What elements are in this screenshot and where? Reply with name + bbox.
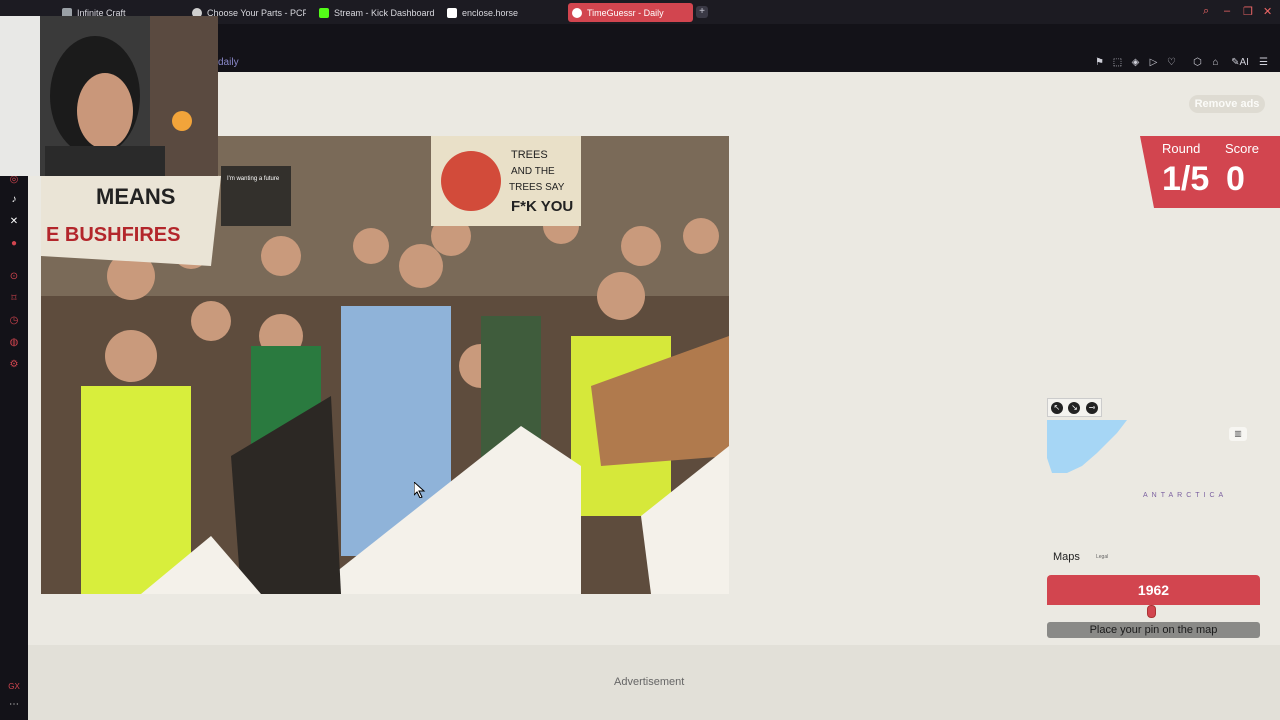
search-icon[interactable]: ⌕	[1203, 5, 1209, 18]
apple-maps-logo: Maps	[1053, 551, 1080, 563]
sign-text: F*K YOU	[511, 198, 573, 215]
round-score-panel: Round Score 1/5 0	[1140, 136, 1280, 208]
minimize-icon[interactable]: –	[1224, 5, 1230, 17]
webcam-feed	[0, 16, 218, 176]
map-region-label: ANTARCTICA	[1143, 492, 1228, 499]
place-pin-button[interactable]: Place your pin on the map	[1047, 622, 1260, 638]
horse-icon	[447, 7, 457, 18]
chat-icon[interactable]: ◍	[8, 337, 20, 349]
x-icon[interactable]: ✕	[8, 216, 20, 228]
year-display: 1962	[1047, 575, 1260, 605]
menu-icon[interactable]: ☰	[1258, 57, 1269, 68]
url-text[interactable]: daily	[218, 57, 239, 68]
tab-kick-dashboard[interactable]: Stream - Kick Dashboard	[315, 3, 437, 22]
year-slider[interactable]	[1047, 605, 1260, 618]
remove-ads-button[interactable]: Remove ads	[1189, 95, 1265, 113]
guess-map[interactable]: ↖ ↘ ⊸ ▥ ANTARCTICA	[1047, 398, 1260, 568]
tab-label: Stream - Kick Dashboard	[334, 7, 435, 18]
maps-brand: Maps	[1053, 551, 1080, 563]
lock-icon[interactable]: ⌂	[1210, 57, 1221, 68]
close-icon[interactable]: ✕	[1263, 5, 1272, 18]
round-value: 1/5	[1162, 160, 1210, 198]
extensions-icon[interactable]: ⬡	[1192, 57, 1203, 68]
year-slider-handle[interactable]	[1146, 605, 1156, 618]
advertisement-label: Advertisement	[614, 676, 685, 688]
sign-text: TREES SAY	[509, 182, 565, 193]
sign-text: MEANS	[96, 184, 175, 209]
score-value: 0	[1226, 160, 1245, 198]
tab-timeguessr[interactable]: TimeGuessr - Daily	[568, 3, 693, 22]
kick-icon	[319, 7, 329, 18]
pin-icon[interactable]: ⌑	[8, 293, 20, 305]
ai-icon[interactable]: ✎AI	[1230, 57, 1250, 68]
tab-label: TimeGuessr - Daily	[587, 7, 664, 18]
snapshot-icon[interactable]: ⬚	[1112, 57, 1123, 68]
sign-text: I'm wanting a future	[227, 176, 280, 182]
sign-text: TREES	[511, 149, 548, 161]
new-tab-button[interactable]: +	[696, 6, 708, 18]
heart-icon[interactable]: ♡	[1166, 57, 1177, 68]
map-landmass	[1047, 420, 1127, 473]
sign-text: AND THE	[511, 166, 555, 177]
sign-text: E BUSHFIRES	[46, 224, 180, 246]
mouse-cursor-icon	[414, 482, 426, 498]
shield-icon[interactable]: ◈	[1130, 57, 1141, 68]
webcam-overlay	[0, 16, 218, 176]
tab-label: enclose.horse	[462, 7, 519, 18]
round-label: Round	[1162, 141, 1201, 156]
maximize-icon[interactable]: ❐	[1243, 5, 1253, 18]
maps-legal-link[interactable]: Legal	[1096, 554, 1108, 560]
tiktok-icon[interactable]: ♪	[8, 194, 20, 206]
guess-photo: MEANS E BUSHFIRES TREES AND THE TREES SA…	[41, 136, 729, 594]
map-controls: ↖ ↘ ⊸	[1047, 398, 1102, 417]
player-icon[interactable]: ⊙	[8, 271, 20, 283]
tab-enclose-horse[interactable]: enclose.horse	[443, 3, 561, 22]
timeguessr-icon	[572, 7, 582, 18]
protest-photo-illustration: MEANS E BUSHFIRES TREES AND THE TREES SA…	[41, 136, 729, 594]
music-icon[interactable]: ●	[8, 238, 20, 250]
expand-map-icon[interactable]: ↖	[1050, 401, 1063, 414]
gx-icon[interactable]: GX	[8, 681, 20, 693]
more-icon[interactable]: ⋯	[8, 699, 20, 711]
play-icon[interactable]: ▷	[1148, 57, 1159, 68]
history-icon[interactable]: ◷	[8, 315, 20, 327]
settings-icon[interactable]: ⚙	[8, 359, 20, 371]
shrink-map-icon[interactable]: ↘	[1068, 401, 1081, 414]
pin-map-icon[interactable]: ⊸	[1086, 401, 1099, 414]
bookmark-icon[interactable]: ⚑	[1094, 57, 1105, 68]
tab-label: Choose Your Parts - PCPa	[207, 7, 306, 18]
map-type-icon[interactable]: ▥	[1229, 427, 1247, 441]
score-label: Score	[1225, 141, 1259, 156]
